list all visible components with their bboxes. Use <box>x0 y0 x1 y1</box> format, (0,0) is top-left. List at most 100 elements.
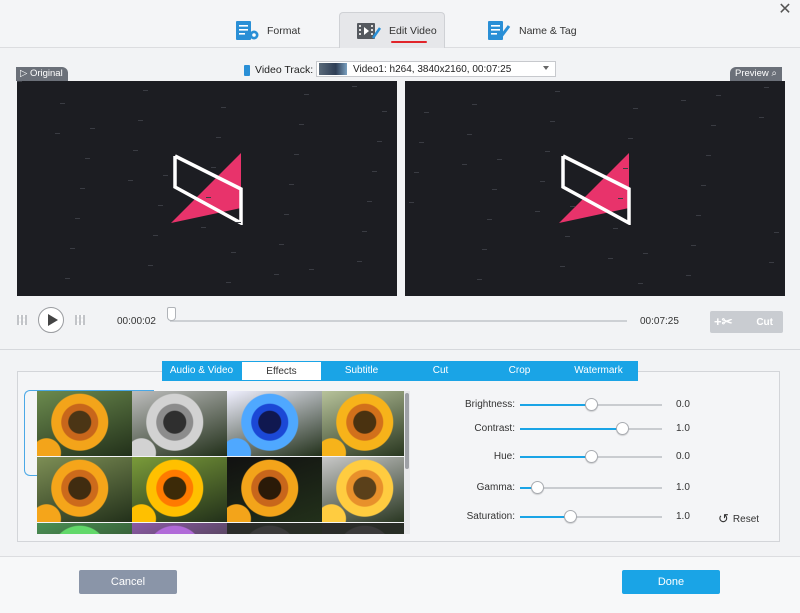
effect-thumbnail[interactable] <box>227 391 322 456</box>
noise-speck <box>70 248 75 249</box>
timeline-handle[interactable] <box>167 307 177 321</box>
slider-track[interactable] <box>520 450 662 463</box>
reset-label: Reset <box>732 513 760 525</box>
noise-speck <box>623 168 628 169</box>
total-time: 00:07:25 <box>640 316 679 327</box>
effects-scrollbar[interactable] <box>404 391 410 534</box>
scissors-plus-icon: +✂ <box>714 314 733 329</box>
noise-speck <box>138 120 143 121</box>
slider-track[interactable] <box>520 422 662 435</box>
tab-name-tag[interactable]: Name & Tag <box>486 18 577 44</box>
slider-knob[interactable] <box>585 398 598 411</box>
tab-crop[interactable]: Crop <box>480 361 559 381</box>
slider-label: Gamma: <box>476 482 515 493</box>
slider-row: Gamma: 1.0 <box>430 480 730 496</box>
noise-speck <box>309 269 314 270</box>
noise-speck <box>774 232 779 233</box>
effect-thumbnail[interactable] <box>37 523 132 534</box>
cancel-button[interactable]: Cancel <box>79 570 177 594</box>
frame-forward-icon[interactable] <box>75 315 85 325</box>
cut-button[interactable]: +✂ Cut <box>710 311 783 333</box>
effect-thumbnail[interactable] <box>227 457 322 522</box>
video-logo <box>559 153 631 225</box>
tab-edit-video[interactable]: Edit Video <box>339 12 445 48</box>
film-edit-icon <box>357 22 382 39</box>
noise-speck <box>284 214 289 215</box>
chevron-down-icon[interactable] <box>543 66 549 70</box>
effect-thumbnail[interactable] <box>132 391 227 456</box>
slider-fill <box>520 456 591 458</box>
effect-thumbnail[interactable] <box>132 457 227 522</box>
play-button[interactable] <box>38 307 64 333</box>
noise-speck <box>382 111 387 112</box>
timeline-track[interactable] <box>170 320 627 322</box>
video-track-label: Video Track: <box>255 64 314 76</box>
effect-thumbnail[interactable] <box>37 391 132 456</box>
slider-track[interactable] <box>520 481 662 494</box>
slider-knob[interactable] <box>531 481 545 494</box>
noise-speck <box>60 103 65 104</box>
video-track-row: Video Track: <box>244 62 313 78</box>
tab-subtitle[interactable]: Subtitle <box>322 361 401 381</box>
noise-speck <box>414 172 419 173</box>
tab-edit-video-label: Edit Video <box>389 24 437 37</box>
slider-value: 1.0 <box>676 511 690 522</box>
slider-knob[interactable] <box>585 450 598 463</box>
effect-thumbnail[interactable] <box>322 391 407 456</box>
noise-speck <box>299 124 304 125</box>
effect-thumbnail[interactable] <box>227 523 322 534</box>
noise-speck <box>535 211 540 212</box>
noise-speck <box>377 141 382 142</box>
document-gear-icon <box>236 21 259 40</box>
tab-name-tag-label: Name & Tag <box>519 25 577 37</box>
noise-speck <box>289 184 294 185</box>
magnifier-icon[interactable]: ⌕ <box>771 68 776 79</box>
frame-back-icon[interactable] <box>17 315 27 325</box>
tab-effects[interactable]: Effects <box>241 361 322 381</box>
tab-cut[interactable]: Cut <box>401 361 480 381</box>
slider-track[interactable] <box>520 510 662 523</box>
tab-audio-video[interactable]: Audio & Video <box>162 361 241 381</box>
noise-speck <box>352 86 357 87</box>
noise-speck <box>769 262 774 263</box>
noise-speck <box>633 108 638 109</box>
preview-video-screen <box>405 81 785 296</box>
noise-speck <box>638 283 643 284</box>
effect-thumbnail[interactable] <box>322 457 407 522</box>
noise-speck <box>211 167 216 168</box>
reset-button[interactable]: ↺ Reset <box>718 511 759 527</box>
slider-fill <box>520 516 570 518</box>
noise-speck <box>472 104 477 105</box>
effect-thumbnail[interactable] <box>132 523 227 534</box>
slider-knob[interactable] <box>563 510 577 523</box>
noise-speck <box>467 134 472 135</box>
play-small-icon: ▷ <box>20 68 28 79</box>
noise-speck <box>555 91 560 92</box>
noise-speck <box>487 219 492 220</box>
video-track-select[interactable]: Video1: h264, 3840x2160, 00:07:25 <box>316 61 556 77</box>
noise-speck <box>128 180 133 181</box>
video-track-value: Video1: h264, 3840x2160, 00:07:25 <box>353 63 512 75</box>
noise-speck <box>75 218 80 219</box>
tab-format[interactable]: Format <box>234 18 300 44</box>
effect-thumbnail[interactable] <box>37 457 132 522</box>
noise-speck <box>477 279 482 280</box>
scrollbar-thumb[interactable] <box>405 393 409 469</box>
noise-speck <box>570 206 575 207</box>
noise-speck <box>201 227 206 228</box>
original-video-screen <box>17 81 397 296</box>
noise-speck <box>65 278 70 279</box>
reset-icon: ↺ <box>718 511 729 526</box>
done-button[interactable]: Done <box>622 570 720 594</box>
close-icon[interactable]: ✕ <box>778 2 792 18</box>
noise-speck <box>221 107 226 108</box>
slider-label: Hue: <box>493 451 515 462</box>
noise-speck <box>55 133 60 134</box>
noise-speck <box>545 151 550 152</box>
effect-thumbnail[interactable] <box>322 523 407 534</box>
noise-speck <box>424 112 429 113</box>
slider-knob[interactable] <box>616 422 630 435</box>
noise-speck <box>565 236 570 237</box>
tab-watermark[interactable]: Watermark <box>559 361 638 381</box>
slider-track[interactable] <box>520 398 662 411</box>
